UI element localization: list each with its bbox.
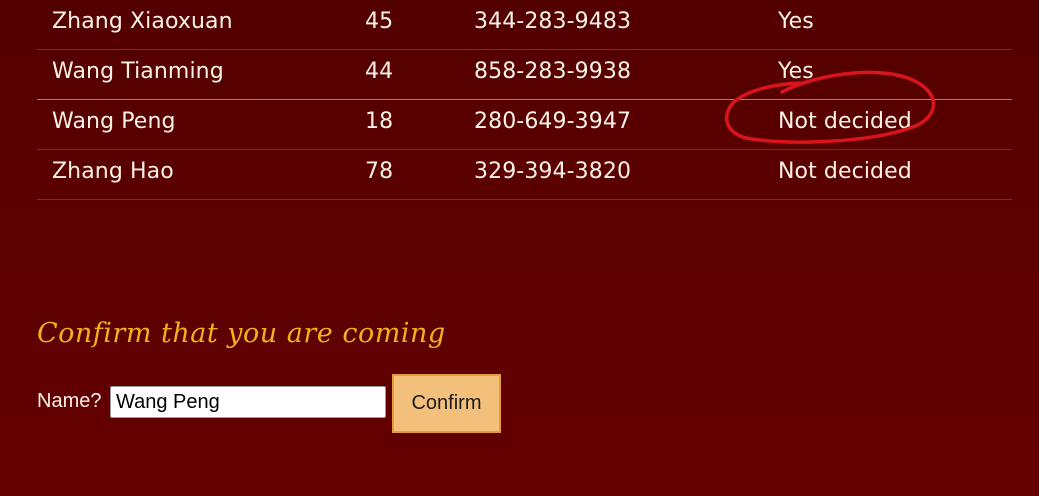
guest-age-cell: 44 [365,59,394,84]
guest-name-cell: Wang Peng [52,109,176,134]
confirm-form: Name? Confirm [37,374,517,434]
guest-age-cell: 18 [365,109,394,134]
table-row: Zhang Xiaoxuan 45 344-283-9483 Yes [37,0,1012,50]
guest-rsvp-cell: Yes [778,59,814,84]
guest-age-cell: 78 [365,159,394,184]
name-input[interactable] [110,386,386,418]
guest-age-cell: 45 [365,9,394,34]
guest-phone-cell: 329-394-3820 [474,159,632,184]
confirm-heading: Confirm that you are coming [37,318,446,349]
table-row: Zhang Hao 78 329-394-3820 Not decided [37,150,1012,200]
name-label: Name? [37,390,102,412]
guest-rsvp-cell: Not decided [778,109,912,134]
guest-name-cell: Wang Tianming [52,59,224,84]
guest-phone-cell: 344-283-9483 [474,9,632,34]
guest-phone-cell: 280-649-3947 [474,109,632,134]
confirm-button[interactable]: Confirm [392,374,501,433]
guest-name-cell: Zhang Xiaoxuan [52,9,233,34]
guest-rsvp-cell: Not decided [778,159,912,184]
table-row: Wang Peng 18 280-649-3947 Not decided [37,100,1012,150]
guest-rsvp-cell: Yes [778,9,814,34]
guest-phone-cell: 858-283-9938 [474,59,632,84]
guest-name-cell: Zhang Hao [52,159,174,184]
guest-table: Zhang Xiaoxuan 45 344-283-9483 Yes Wang … [37,0,1012,200]
table-row: Wang Tianming 44 858-283-9938 Yes [37,50,1012,100]
